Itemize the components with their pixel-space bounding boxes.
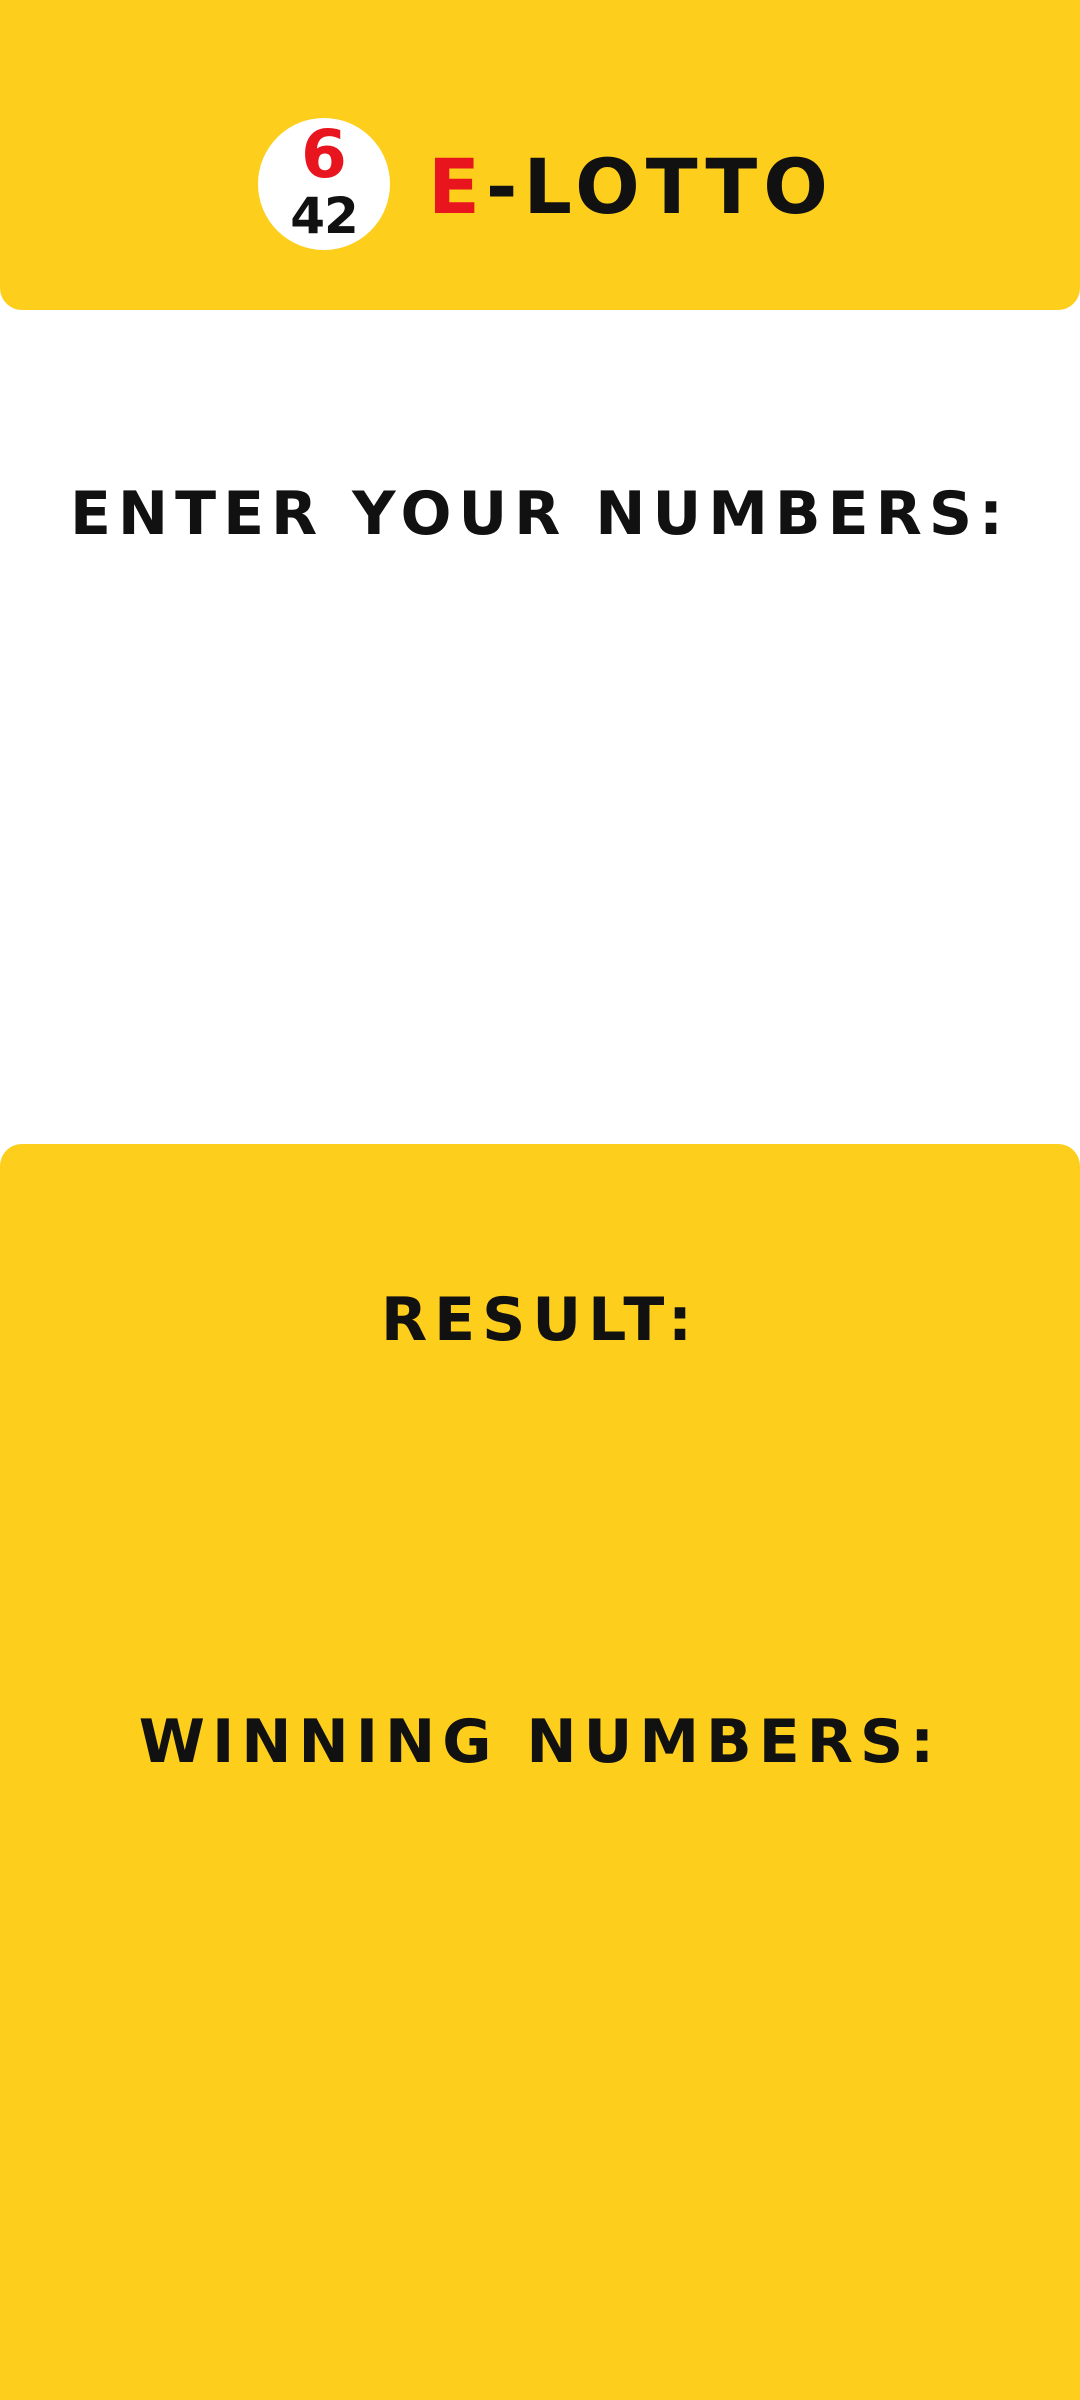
app-header: 6 42 E-LOTTO bbox=[0, 0, 1080, 310]
result-heading: RESULT: bbox=[380, 1285, 700, 1355]
result-value bbox=[0, 1384, 1080, 1624]
app-title: E-LOTTO bbox=[428, 142, 834, 232]
enter-numbers-heading: ENTER YOUR NUMBERS: bbox=[69, 479, 1011, 549]
number-entry-area[interactable] bbox=[0, 580, 1080, 1100]
results-panel: RESULT: WINNING NUMBERS: bbox=[0, 1144, 1080, 2400]
app-title-rest: -LOTTO bbox=[485, 142, 834, 231]
winning-numbers-heading: WINNING NUMBERS: bbox=[138, 1707, 942, 1777]
lotto-logo: 6 42 bbox=[258, 118, 390, 250]
winning-numbers-list bbox=[0, 1804, 1080, 2364]
logo-six: 6 bbox=[301, 116, 347, 193]
app-title-accent: E bbox=[428, 142, 486, 231]
logo-forty-two: 42 bbox=[290, 187, 359, 245]
